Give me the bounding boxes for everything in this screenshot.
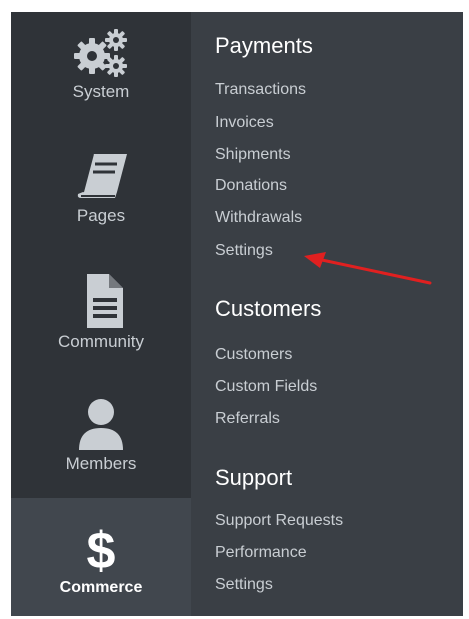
link-donations[interactable]: Donations bbox=[215, 176, 287, 196]
sidebar-item-community[interactable]: Community bbox=[11, 272, 191, 352]
submenu-panel: Payments Transactions Invoices Shipments… bbox=[191, 12, 463, 616]
book-icon bbox=[11, 152, 191, 204]
link-withdrawals[interactable]: Withdrawals bbox=[215, 208, 302, 228]
sidebar-item-label: Community bbox=[58, 332, 144, 351]
dollar-icon: $ bbox=[11, 520, 191, 576]
link-performance[interactable]: Performance bbox=[215, 543, 307, 563]
document-icon bbox=[11, 272, 191, 330]
sidebar-item-label: Members bbox=[65, 454, 137, 473]
user-icon bbox=[11, 396, 191, 452]
sidebar-item-label: Commerce bbox=[59, 579, 143, 596]
link-customers[interactable]: Customers bbox=[215, 345, 292, 365]
annotation-arrow bbox=[300, 250, 440, 290]
sidebar-item-members[interactable]: Members bbox=[11, 396, 191, 474]
svg-text:$: $ bbox=[87, 522, 116, 576]
section-title-customers: Customers bbox=[215, 296, 322, 321]
admin-navigation: System Pages Community Members $ Commerc… bbox=[11, 12, 463, 616]
sidebar-item-label: System bbox=[72, 82, 130, 101]
sidebar: System Pages Community Members $ Commerc… bbox=[11, 12, 191, 616]
link-invoices[interactable]: Invoices bbox=[215, 113, 274, 133]
link-transactions[interactable]: Transactions bbox=[215, 80, 306, 100]
sidebar-item-pages[interactable]: Pages bbox=[11, 152, 191, 226]
link-shipments[interactable]: Shipments bbox=[215, 145, 291, 165]
link-support-requests[interactable]: Support Requests bbox=[215, 511, 343, 531]
link-support-settings[interactable]: Settings bbox=[215, 575, 273, 595]
link-referrals[interactable]: Referrals bbox=[215, 409, 280, 429]
link-payments-settings[interactable]: Settings bbox=[215, 241, 273, 261]
sidebar-item-label: Pages bbox=[76, 206, 126, 225]
gears-icon bbox=[11, 26, 191, 80]
section-title-support: Support bbox=[215, 465, 293, 490]
section-title-payments: Payments bbox=[215, 33, 313, 58]
sidebar-item-commerce[interactable]: $ Commerce bbox=[11, 520, 191, 598]
sidebar-item-system[interactable]: System bbox=[11, 26, 191, 102]
link-custom-fields[interactable]: Custom Fields bbox=[215, 377, 317, 397]
